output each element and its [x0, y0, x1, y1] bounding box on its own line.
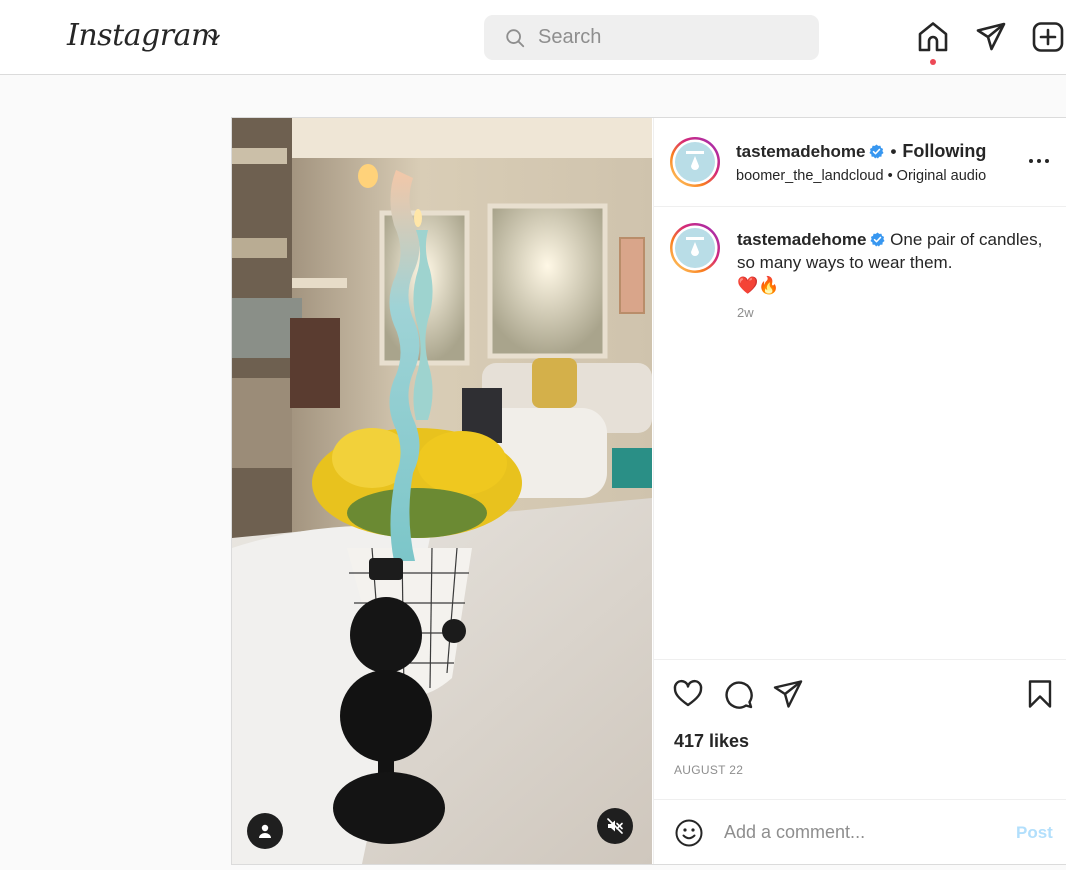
- author-avatar[interactable]: [669, 136, 721, 188]
- likes-count[interactable]: 417 likes: [674, 731, 749, 752]
- verified-badge-icon: [870, 232, 885, 247]
- post-card: tastemadehome • Following boomer_the_land…: [231, 117, 1066, 865]
- more-options-icon[interactable]: [1026, 148, 1052, 174]
- search-input[interactable]: [538, 15, 808, 60]
- notification-dot: [930, 59, 936, 65]
- audio-line: boomer_the_landcloud • Original audio: [736, 168, 986, 184]
- emoji-icon[interactable]: [674, 818, 704, 848]
- mute-toggle-button[interactable]: [597, 808, 633, 844]
- caption-username[interactable]: tastemadehome: [737, 230, 866, 249]
- share-icon[interactable]: [772, 678, 804, 710]
- separator-dot: •: [890, 142, 897, 161]
- post-actions-section: 417 likes AUGUST 22: [654, 659, 1066, 799]
- audio-label-link[interactable]: Original audio: [897, 168, 986, 184]
- following-button[interactable]: Following: [902, 141, 986, 161]
- search-icon: [506, 29, 525, 48]
- tagged-users-button[interactable]: [247, 813, 283, 849]
- author-username[interactable]: tastemadehome: [736, 142, 865, 161]
- audio-artist-link[interactable]: boomer_the_landcloud: [736, 168, 884, 184]
- like-heart-icon[interactable]: [672, 678, 704, 710]
- volume-muted-icon: [607, 818, 623, 834]
- verified-badge-icon: [869, 144, 884, 159]
- post-details-panel: tastemadehome • Following boomer_the_land…: [653, 118, 1066, 864]
- new-post-icon[interactable]: [1031, 20, 1065, 54]
- author-line: tastemadehome • Following: [736, 141, 986, 162]
- home-icon[interactable]: [916, 20, 950, 54]
- chevron-down-icon[interactable]: [206, 30, 222, 46]
- post-caption: tastemadehome One pair of candles, so ma…: [737, 228, 1047, 297]
- comment-input[interactable]: [724, 814, 1004, 850]
- instagram-logo[interactable]: Instagram: [67, 18, 219, 53]
- post-comment-button[interactable]: Post: [1016, 823, 1053, 843]
- search-box[interactable]: [484, 15, 819, 60]
- save-bookmark-icon[interactable]: [1024, 678, 1056, 710]
- top-navigation-bar: Instagram: [0, 0, 1066, 75]
- caption-emojis: ❤️🔥: [737, 276, 780, 295]
- post-video[interactable]: [232, 118, 652, 864]
- caption-author-avatar[interactable]: [669, 222, 721, 274]
- post-header: tastemadehome • Following boomer_the_land…: [654, 118, 1066, 207]
- add-comment-bar: Post: [654, 799, 1066, 864]
- comment-icon[interactable]: [722, 678, 754, 710]
- direct-messages-icon[interactable]: [974, 20, 1008, 54]
- user-icon: [259, 824, 271, 838]
- caption-timestamp[interactable]: 2w: [737, 305, 754, 320]
- separator-dot: •: [887, 168, 897, 184]
- video-frame: [232, 118, 652, 864]
- post-date[interactable]: AUGUST 22: [674, 763, 743, 777]
